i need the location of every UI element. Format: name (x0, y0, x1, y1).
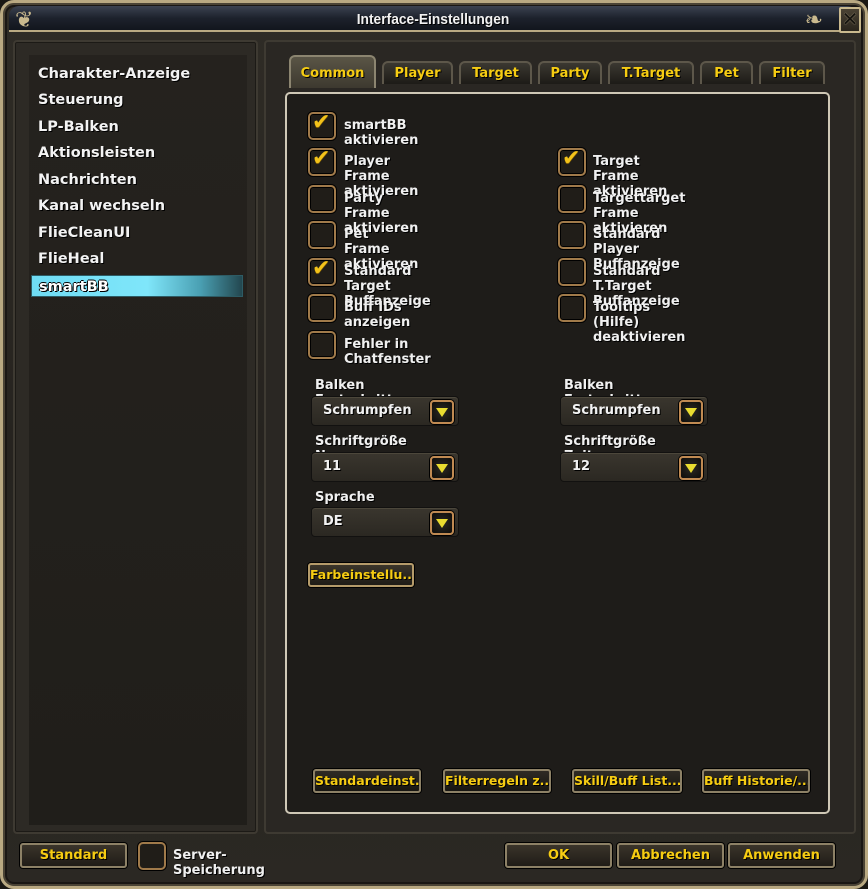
sidebar-item-flieheal[interactable]: FlieHeal (31, 248, 243, 270)
checkmark-icon: ✔ (312, 110, 331, 135)
tab-pet[interactable]: Pet (700, 61, 753, 84)
dropdown-value: Schrumpfen (572, 403, 661, 418)
std-target-buffs-checkbox[interactable]: ✔ (308, 256, 336, 286)
window-title: Interface-Einstellungen (356, 11, 510, 28)
tooltips-off-label: Tooltips (Hilfe) deaktivieren (593, 300, 686, 345)
color-settings-button[interactable]: Farbeinstellu... (308, 563, 414, 587)
tab-ttarget[interactable]: T.Target (608, 61, 694, 84)
sidebar-item-nachrichten[interactable]: Nachrichten (31, 169, 243, 191)
std-player-buffs-checkbox[interactable] (558, 221, 586, 249)
dropdown-value: Schrumpfen (323, 403, 412, 418)
sidebar-item-smartbb[interactable]: smartBB (31, 275, 243, 297)
target-frame-checkbox[interactable]: ✔ (558, 146, 586, 176)
dropdown-arrow-icon[interactable] (430, 456, 454, 480)
bar-progress-buffs-dropdown[interactable]: Schrumpfen (311, 396, 459, 426)
dropdown-arrow-icon[interactable] (679, 456, 703, 480)
close-x-icon: ✕ (841, 7, 859, 31)
sidebar-item-steuerung[interactable]: Steuerung (31, 89, 243, 111)
title-bar[interactable]: ❦ Interface-Einstellungen ❧ (9, 6, 857, 33)
chat-errors-label: Fehler in Chatfenster (344, 337, 431, 367)
tab-player[interactable]: Player (382, 61, 453, 84)
default-settings-button[interactable]: Standardeinst... (313, 769, 421, 793)
party-frame-checkbox[interactable] (308, 185, 336, 213)
sidebar-item-charakter-anzeige[interactable]: Charakter-Anzeige (31, 63, 243, 85)
dropdown-value: DE (323, 514, 343, 529)
server-save-checkbox[interactable] (138, 842, 166, 870)
std-ttarget-buffs-checkbox[interactable] (558, 258, 586, 286)
tab-common[interactable]: Common (289, 55, 376, 88)
tab-filter[interactable]: Filter (759, 61, 825, 84)
sidebar-item-lp-balken[interactable]: LP-Balken (31, 116, 243, 138)
skill-buff-list-button[interactable]: Skill/Buff List... (572, 769, 682, 793)
checkmark-icon: ✔ (312, 256, 331, 281)
buff-ids-checkbox[interactable] (308, 294, 336, 322)
player-frame-checkbox[interactable]: ✔ (308, 146, 336, 176)
ornament-icon: ❧ (804, 8, 823, 33)
filter-rules-button[interactable]: Filterregeln z... (443, 769, 551, 793)
font-size-time-dropdown[interactable]: 12 (560, 452, 708, 482)
buff-history-button[interactable]: Buff Historie/... (702, 769, 810, 793)
ok-button[interactable]: OK (505, 843, 612, 868)
dropdown-arrow-icon[interactable] (430, 400, 454, 424)
dropdown-value: 11 (323, 459, 342, 474)
buff-ids-label: Buff IDs anzeigen (344, 300, 411, 330)
tab-party[interactable]: Party (538, 61, 602, 84)
smartbb-enable-checkbox[interactable]: ✔ (308, 110, 336, 140)
apply-button[interactable]: Anwenden (728, 843, 835, 868)
pet-frame-checkbox[interactable] (308, 221, 336, 249)
close-button[interactable]: ✕ (839, 7, 861, 33)
sidebar-item-aktionsleisten[interactable]: Aktionsleisten (31, 142, 243, 164)
sidebar-item-kanal-wechseln[interactable]: Kanal wechseln (31, 195, 243, 217)
checkmark-icon: ✔ (312, 146, 331, 171)
dropdown-arrow-icon[interactable] (430, 511, 454, 535)
cancel-button[interactable]: Abbrechen (617, 843, 724, 868)
language-label: Sprache (315, 490, 375, 505)
font-size-name-dropdown[interactable]: 11 (311, 452, 459, 482)
tab-target[interactable]: Target (459, 61, 532, 84)
dropdown-arrow-icon[interactable] (679, 400, 703, 424)
dropdown-value: 12 (572, 459, 591, 474)
tooltips-off-checkbox[interactable] (558, 294, 586, 322)
checkmark-icon: ✔ (562, 146, 581, 171)
smartbb-enable-label: smartBB aktivieren (344, 118, 419, 148)
sidebar-item-fliecleanui[interactable]: FlieCleanUI (31, 222, 243, 244)
standard-button[interactable]: Standard (20, 843, 127, 868)
server-save-label: Server-Speicherung (173, 848, 265, 878)
targettarget-frame-checkbox[interactable] (558, 185, 586, 213)
bar-progress-debuffs-dropdown[interactable]: Schrumpfen (560, 396, 708, 426)
language-dropdown[interactable]: DE (311, 507, 459, 537)
chat-errors-checkbox[interactable] (308, 331, 336, 359)
